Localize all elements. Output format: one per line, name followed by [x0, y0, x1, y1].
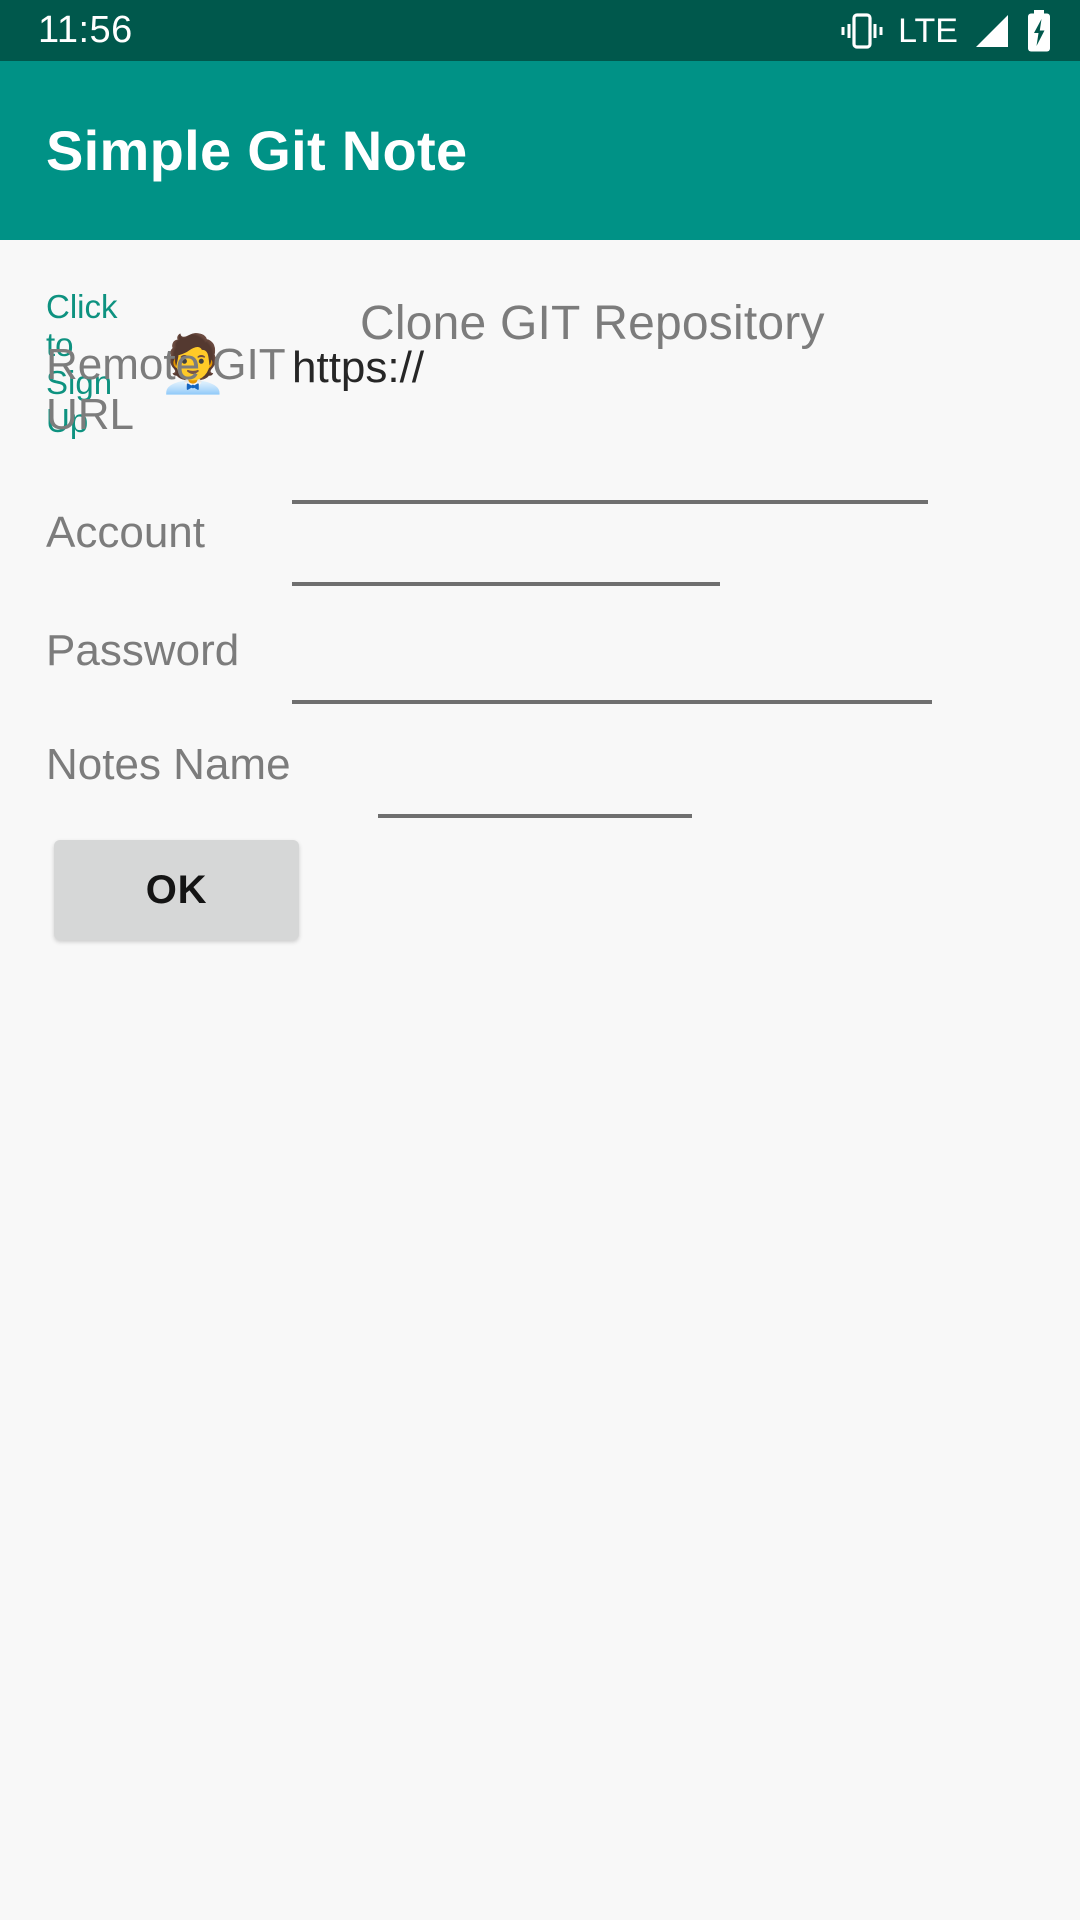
account-field[interactable]	[292, 508, 720, 586]
main-content: Click to Sign Up 🧑‍💼 Clone GIT Repository…	[0, 240, 1080, 1920]
status-bar: 11:56 LTE	[0, 0, 1080, 61]
status-icons: LTE	[840, 9, 1052, 52]
signal-icon	[972, 13, 1012, 49]
account-value[interactable]	[292, 508, 720, 564]
password-value[interactable]	[292, 626, 932, 682]
password-field[interactable]	[292, 626, 932, 704]
notes-name-field[interactable]	[378, 740, 692, 818]
remote-git-url-value[interactable]: https://	[292, 340, 928, 396]
battery-charging-icon	[1026, 9, 1052, 52]
remote-git-url-field[interactable]: https://	[292, 340, 928, 504]
vibrate-icon	[840, 11, 884, 51]
lte-label: LTE	[898, 11, 958, 50]
account-underline	[292, 582, 720, 586]
status-clock: 11:56	[38, 9, 133, 51]
remote-git-url-label: Remote GIT URL	[46, 340, 285, 439]
password-label: Password	[46, 626, 240, 675]
page-title: Simple Git Note	[46, 119, 468, 182]
password-underline	[292, 700, 932, 704]
ok-button[interactable]: OK	[54, 840, 299, 940]
account-label: Account	[46, 508, 205, 557]
notes-name-underline	[378, 814, 692, 818]
notes-name-value[interactable]	[378, 740, 692, 796]
notes-name-label: Notes Name	[46, 740, 291, 789]
app-bar: Simple Git Note	[0, 61, 1080, 240]
remote-git-url-underline	[292, 500, 928, 504]
